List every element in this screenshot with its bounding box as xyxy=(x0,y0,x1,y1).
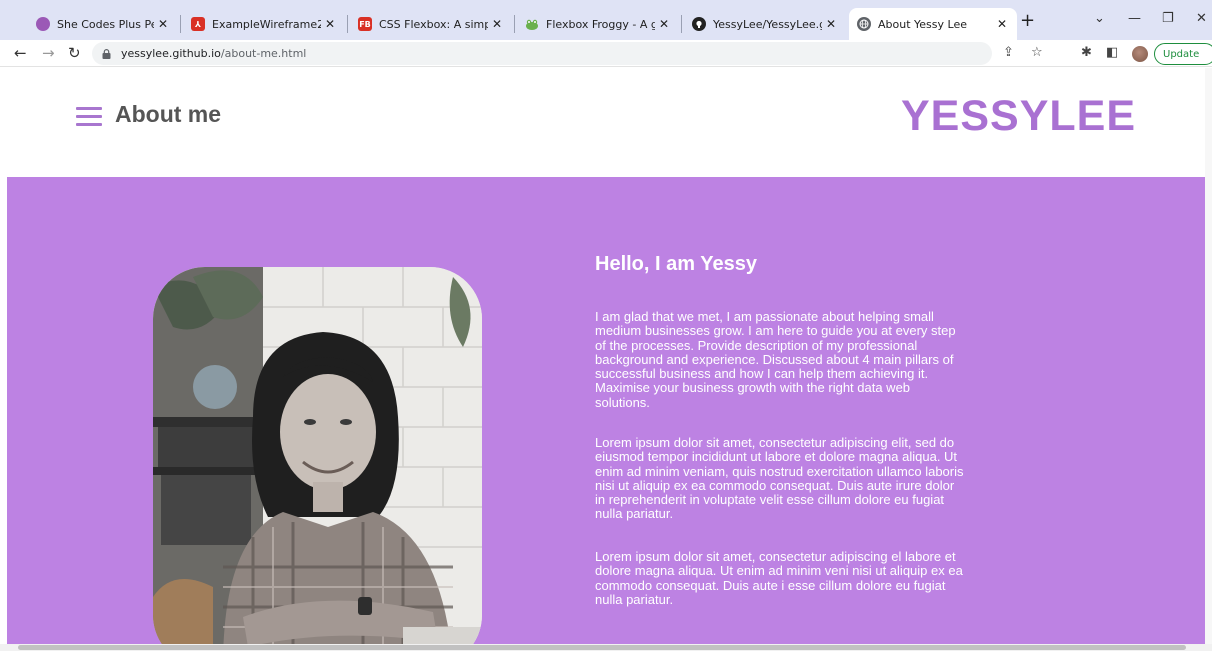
tab-css-flexbox[interactable]: FB CSS Flexbox: A simple visual ✕ xyxy=(350,8,512,40)
profile-avatar[interactable] xyxy=(1132,46,1148,62)
close-icon[interactable]: ✕ xyxy=(659,17,671,31)
tab-github-repo[interactable]: YessyLee/YessyLee.github.io ✕ xyxy=(684,8,846,40)
close-icon[interactable]: ✕ xyxy=(997,17,1009,31)
browser-tab-strip: She Codes Plus Perth 22/23 ✕ ⅄ ExampleWi… xyxy=(0,0,1212,40)
restore-icon[interactable]: ❐ xyxy=(1162,11,1174,26)
tab-about-yessy-lee[interactable]: About Yessy Lee ✕ xyxy=(849,8,1017,40)
profile-photo xyxy=(153,267,482,644)
tab-title: YessyLee/YessyLee.github.io xyxy=(713,17,822,31)
close-icon[interactable]: ✕ xyxy=(325,17,337,31)
share-icon[interactable]: ⇪ xyxy=(1003,45,1014,60)
new-tab-plus-icon[interactable]: + xyxy=(1020,12,1035,30)
url-host: yessylee.github.io xyxy=(121,47,221,60)
tab-search-chevron-icon[interactable]: ⌄ xyxy=(1094,11,1105,26)
tab-example-wireframe[interactable]: ⅄ ExampleWireframe2104220 ✕ xyxy=(183,8,345,40)
side-panel-icon[interactable]: ◧ xyxy=(1106,45,1118,60)
brand-logo[interactable]: YESSYLEE xyxy=(901,92,1136,141)
about-hero-section: Hello, I am Yessy I am glad that we met,… xyxy=(7,177,1212,644)
tab-divider xyxy=(180,15,181,33)
bookmark-star-icon[interactable]: ☆ xyxy=(1031,45,1043,60)
tab-title: Flexbox Froggy - A game for xyxy=(546,17,655,31)
horizontal-scrollbar-thumb[interactable] xyxy=(18,645,1186,650)
vertical-scrollbar[interactable] xyxy=(1205,68,1212,644)
fb-icon: FB xyxy=(358,17,372,31)
extensions-puzzle-icon[interactable]: ✱ xyxy=(1081,45,1092,60)
tab-title: She Codes Plus Perth 22/23 xyxy=(57,17,154,31)
reload-icon[interactable]: ↻ xyxy=(68,43,81,63)
browser-toolbar: ← → ↻ yessylee.github.io/about-me.html ⇪… xyxy=(0,40,1212,67)
site-header: About me YESSYLEE xyxy=(0,68,1212,177)
froggy-icon xyxy=(525,17,539,31)
tab-she-codes[interactable]: She Codes Plus Perth 22/23 ✕ xyxy=(28,8,178,40)
hero-heading: Hello, I am Yessy xyxy=(595,253,757,275)
update-button[interactable]: Update xyxy=(1154,43,1212,65)
close-icon[interactable]: ✕ xyxy=(492,17,504,31)
tab-title: ExampleWireframe2104220 xyxy=(212,17,321,31)
tab-title: CSS Flexbox: A simple visual xyxy=(379,17,488,31)
shecodes-icon xyxy=(36,17,50,31)
lock-icon xyxy=(102,48,111,59)
pdf-icon: ⅄ xyxy=(191,17,205,31)
forward-arrow-icon[interactable]: → xyxy=(42,43,55,63)
back-arrow-icon[interactable]: ← xyxy=(14,43,27,63)
url-path: /about-me.html xyxy=(220,47,307,60)
tab-title: About Yessy Lee xyxy=(878,17,967,31)
close-icon[interactable]: ✕ xyxy=(826,17,838,31)
lorem-paragraph-1: Lorem ipsum dolor sit amet, consectetur … xyxy=(595,435,964,522)
intro-paragraph: I am glad that we met, I am passionate a… xyxy=(595,309,956,410)
address-bar[interactable]: yessylee.github.io/about-me.html xyxy=(92,42,992,65)
lorem-paragraph-2: Lorem ipsum dolor sit amet, consectetur … xyxy=(595,549,963,607)
page-title: About me xyxy=(115,101,222,127)
minimize-icon[interactable]: — xyxy=(1128,11,1141,26)
close-icon[interactable]: ✕ xyxy=(158,17,170,31)
globe-icon xyxy=(857,17,871,31)
window-close-icon[interactable]: ✕ xyxy=(1196,11,1207,26)
tab-divider xyxy=(347,15,348,33)
tab-divider xyxy=(514,15,515,33)
tab-flexbox-froggy[interactable]: Flexbox Froggy - A game for ✕ xyxy=(517,8,679,40)
tab-divider xyxy=(681,15,682,33)
hamburger-menu-icon[interactable] xyxy=(76,107,102,127)
github-icon xyxy=(692,17,706,31)
